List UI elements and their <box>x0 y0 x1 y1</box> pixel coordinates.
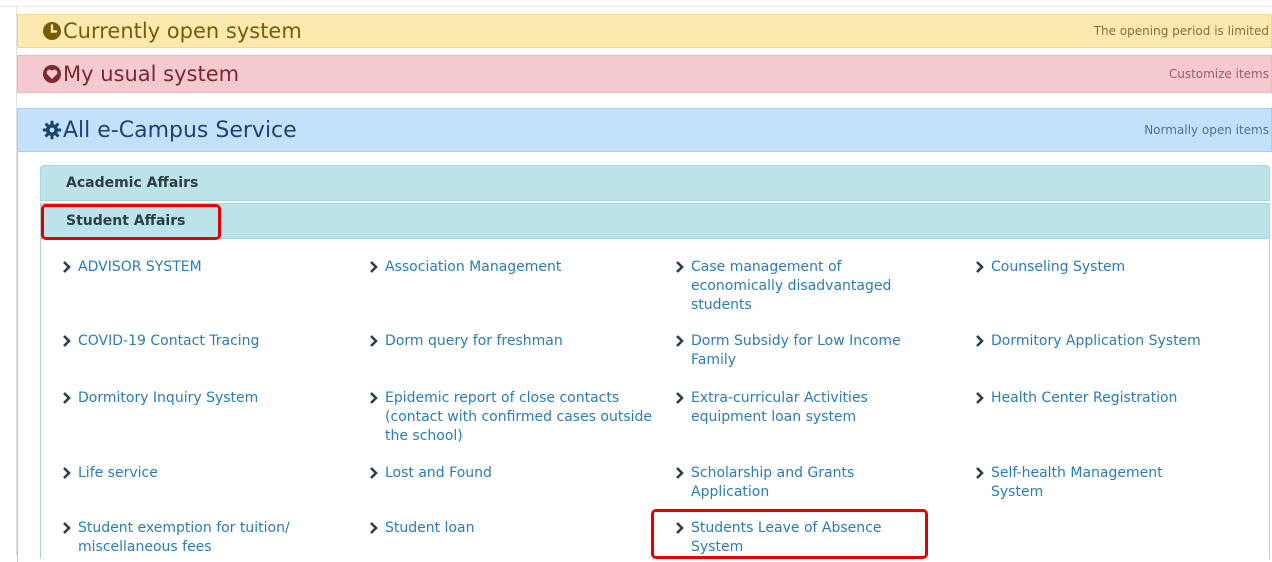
gear-icon <box>42 120 62 140</box>
service-link[interactable]: Case management of economically disadvan… <box>675 258 925 315</box>
chevron-right-icon <box>63 467 71 479</box>
currently-open-title: Currently open system <box>63 19 302 43</box>
service-link-label[interactable]: Association Management <box>385 259 561 275</box>
chevron-right-icon <box>63 335 71 347</box>
service-link[interactable]: Dormitory Inquiry System <box>62 389 332 408</box>
clock-icon <box>43 22 61 40</box>
service-link-label[interactable]: Lost and Found <box>385 465 492 481</box>
top-frame <box>0 0 1272 7</box>
service-link[interactable]: Student loan <box>369 519 639 538</box>
all-title: All e-Campus Service <box>63 117 297 143</box>
chevron-right-icon <box>676 335 684 347</box>
chevron-right-icon <box>370 392 378 404</box>
chevron-right-icon <box>976 335 984 347</box>
service-link[interactable]: ADVISOR SYSTEM <box>62 258 332 277</box>
chevron-right-icon <box>370 522 378 534</box>
service-link[interactable]: Students Leave of Absence System <box>675 519 925 557</box>
service-link-label[interactable]: Health Center Registration <box>991 390 1177 406</box>
service-link[interactable]: Epidemic report of close contacts (conta… <box>369 389 654 446</box>
all-note: Normally open items <box>1144 123 1269 137</box>
service-link[interactable]: Self-health Management System <box>975 464 1215 502</box>
all-ecampus-panel-header[interactable]: All e-Campus Service Normally open items <box>17 108 1272 152</box>
currently-open-title-wrap: Currently open system <box>42 19 302 43</box>
chevron-right-icon <box>676 392 684 404</box>
service-link[interactable]: Dormitory Application System <box>975 332 1265 351</box>
student-affairs-links: ADVISOR SYSTEM Association Management Ca… <box>40 239 1270 559</box>
category-student-affairs[interactable]: Student Affairs <box>40 203 1270 239</box>
currently-open-note: The opening period is limited <box>1093 24 1269 38</box>
chevron-right-icon <box>676 261 684 273</box>
chevron-right-icon <box>370 467 378 479</box>
usual-title-wrap: My usual system <box>42 62 239 86</box>
service-link-label[interactable]: Scholarship and Grants Application <box>691 465 854 500</box>
category-academic-affairs[interactable]: Academic Affairs <box>40 165 1270 201</box>
service-link-label[interactable]: Extra-curricular Activities equipment lo… <box>691 390 868 425</box>
service-link-label[interactable]: ADVISOR SYSTEM <box>78 259 202 275</box>
service-link-label[interactable]: Dorm Subsidy for Low Income Family <box>691 333 901 368</box>
service-link[interactable]: Lost and Found <box>369 464 639 483</box>
service-link[interactable]: COVID-19 Contact Tracing <box>62 332 332 351</box>
usual-title: My usual system <box>63 62 240 86</box>
all-title-wrap: All e-Campus Service <box>42 118 297 143</box>
chevron-right-icon <box>976 392 984 404</box>
service-link[interactable]: Extra-curricular Activities equipment lo… <box>675 389 935 427</box>
chevron-right-icon <box>976 467 984 479</box>
chevron-right-icon <box>63 392 71 404</box>
service-link[interactable]: Counseling System <box>975 258 1245 277</box>
chevron-right-icon <box>63 522 71 534</box>
service-link-label[interactable]: Epidemic report of close contacts (conta… <box>385 390 652 444</box>
customize-items-link[interactable]: Customize items <box>1169 67 1269 81</box>
usual-system-panel-header[interactable]: My usual system Customize items <box>17 55 1272 93</box>
service-link-label[interactable]: Dormitory Inquiry System <box>78 390 258 406</box>
service-link-label[interactable]: Case management of economically disadvan… <box>691 259 891 313</box>
service-link[interactable]: Scholarship and Grants Application <box>675 464 915 502</box>
service-link[interactable]: Dorm query for freshman <box>369 332 639 351</box>
service-link-label[interactable]: Dormitory Application System <box>991 333 1201 349</box>
service-link[interactable]: Student exemption for tuition/ miscellan… <box>62 519 352 557</box>
chevron-right-icon <box>676 522 684 534</box>
service-link[interactable]: Health Center Registration <box>975 389 1265 408</box>
chevron-right-icon <box>676 467 684 479</box>
service-link-label[interactable]: Life service <box>78 465 158 481</box>
service-link-label[interactable]: Student loan <box>385 520 474 536</box>
service-link[interactable]: Dorm Subsidy for Low Income Family <box>675 332 945 370</box>
heart-icon <box>43 65 61 83</box>
chevron-right-icon <box>63 261 71 273</box>
service-link-label[interactable]: Dorm query for freshman <box>385 333 563 349</box>
chevron-right-icon <box>370 335 378 347</box>
service-link-label[interactable]: COVID-19 Contact Tracing <box>78 333 259 349</box>
service-link-label[interactable]: Students Leave of Absence System <box>691 520 881 555</box>
service-link-label[interactable]: Counseling System <box>991 259 1125 275</box>
chevron-right-icon <box>976 261 984 273</box>
chevron-right-icon <box>370 261 378 273</box>
currently-open-panel-header[interactable]: Currently open system The opening period… <box>17 14 1272 48</box>
service-link[interactable]: Life service <box>62 464 332 483</box>
service-link[interactable]: Association Management <box>369 258 639 277</box>
service-link-label[interactable]: Student exemption for tuition/ miscellan… <box>78 520 290 555</box>
service-link-label[interactable]: Self-health Management System <box>991 465 1163 500</box>
